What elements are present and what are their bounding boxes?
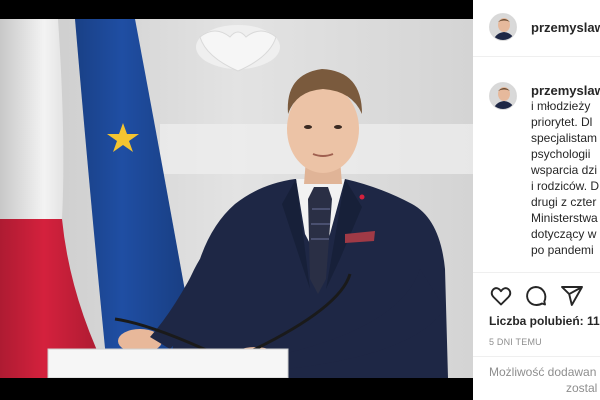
caption-line: wsparcia dzi xyxy=(531,163,598,177)
post-caption: i młodzieży priorytet. Dl specjalistam p… xyxy=(531,98,600,258)
notice-line-1: Możliwość dodawan xyxy=(489,365,597,379)
post-side-panel: przemyslaw przemyslaw i młodzieży priory… xyxy=(473,0,600,400)
notice-line-2: zostal xyxy=(566,381,598,395)
heart-icon[interactable] xyxy=(489,284,513,308)
caption-avatar[interactable] xyxy=(489,82,517,110)
post-header: przemyslaw xyxy=(473,0,600,57)
caption-line: drugi z czter xyxy=(531,195,597,209)
lectern xyxy=(47,348,289,378)
header-username[interactable]: przemyslaw xyxy=(531,20,600,35)
caption-line: psychologii xyxy=(531,147,591,161)
top-letterbox xyxy=(0,0,473,19)
caption-line: i młodzieży xyxy=(531,99,591,113)
caption-line: i rodziców. D xyxy=(531,179,600,193)
avatar[interactable] xyxy=(489,13,517,41)
divider xyxy=(473,272,600,273)
post-timestamp[interactable]: 5 DNI TEMU xyxy=(489,337,542,347)
caption-username[interactable]: przemyslaw xyxy=(531,83,600,98)
comments-disabled-notice: Możliwość dodawan zostal xyxy=(473,364,600,396)
paper-plane-icon[interactable] xyxy=(560,284,584,308)
divider xyxy=(473,356,600,357)
caption-line: Ministerstwa xyxy=(531,211,598,225)
comment-bubble-icon[interactable] xyxy=(524,284,548,308)
caption-line: dotyczący w xyxy=(531,227,597,241)
caption-line: priorytet. Dl xyxy=(531,115,593,129)
bottom-letterbox xyxy=(0,378,473,400)
post-photo[interactable] xyxy=(0,19,473,378)
caption-line: specjalistam xyxy=(531,131,598,145)
likes-count[interactable]: Liczba polubień: 117 xyxy=(489,314,600,328)
caption-line: po pandemi xyxy=(531,243,594,257)
photo-illustration xyxy=(0,19,473,378)
